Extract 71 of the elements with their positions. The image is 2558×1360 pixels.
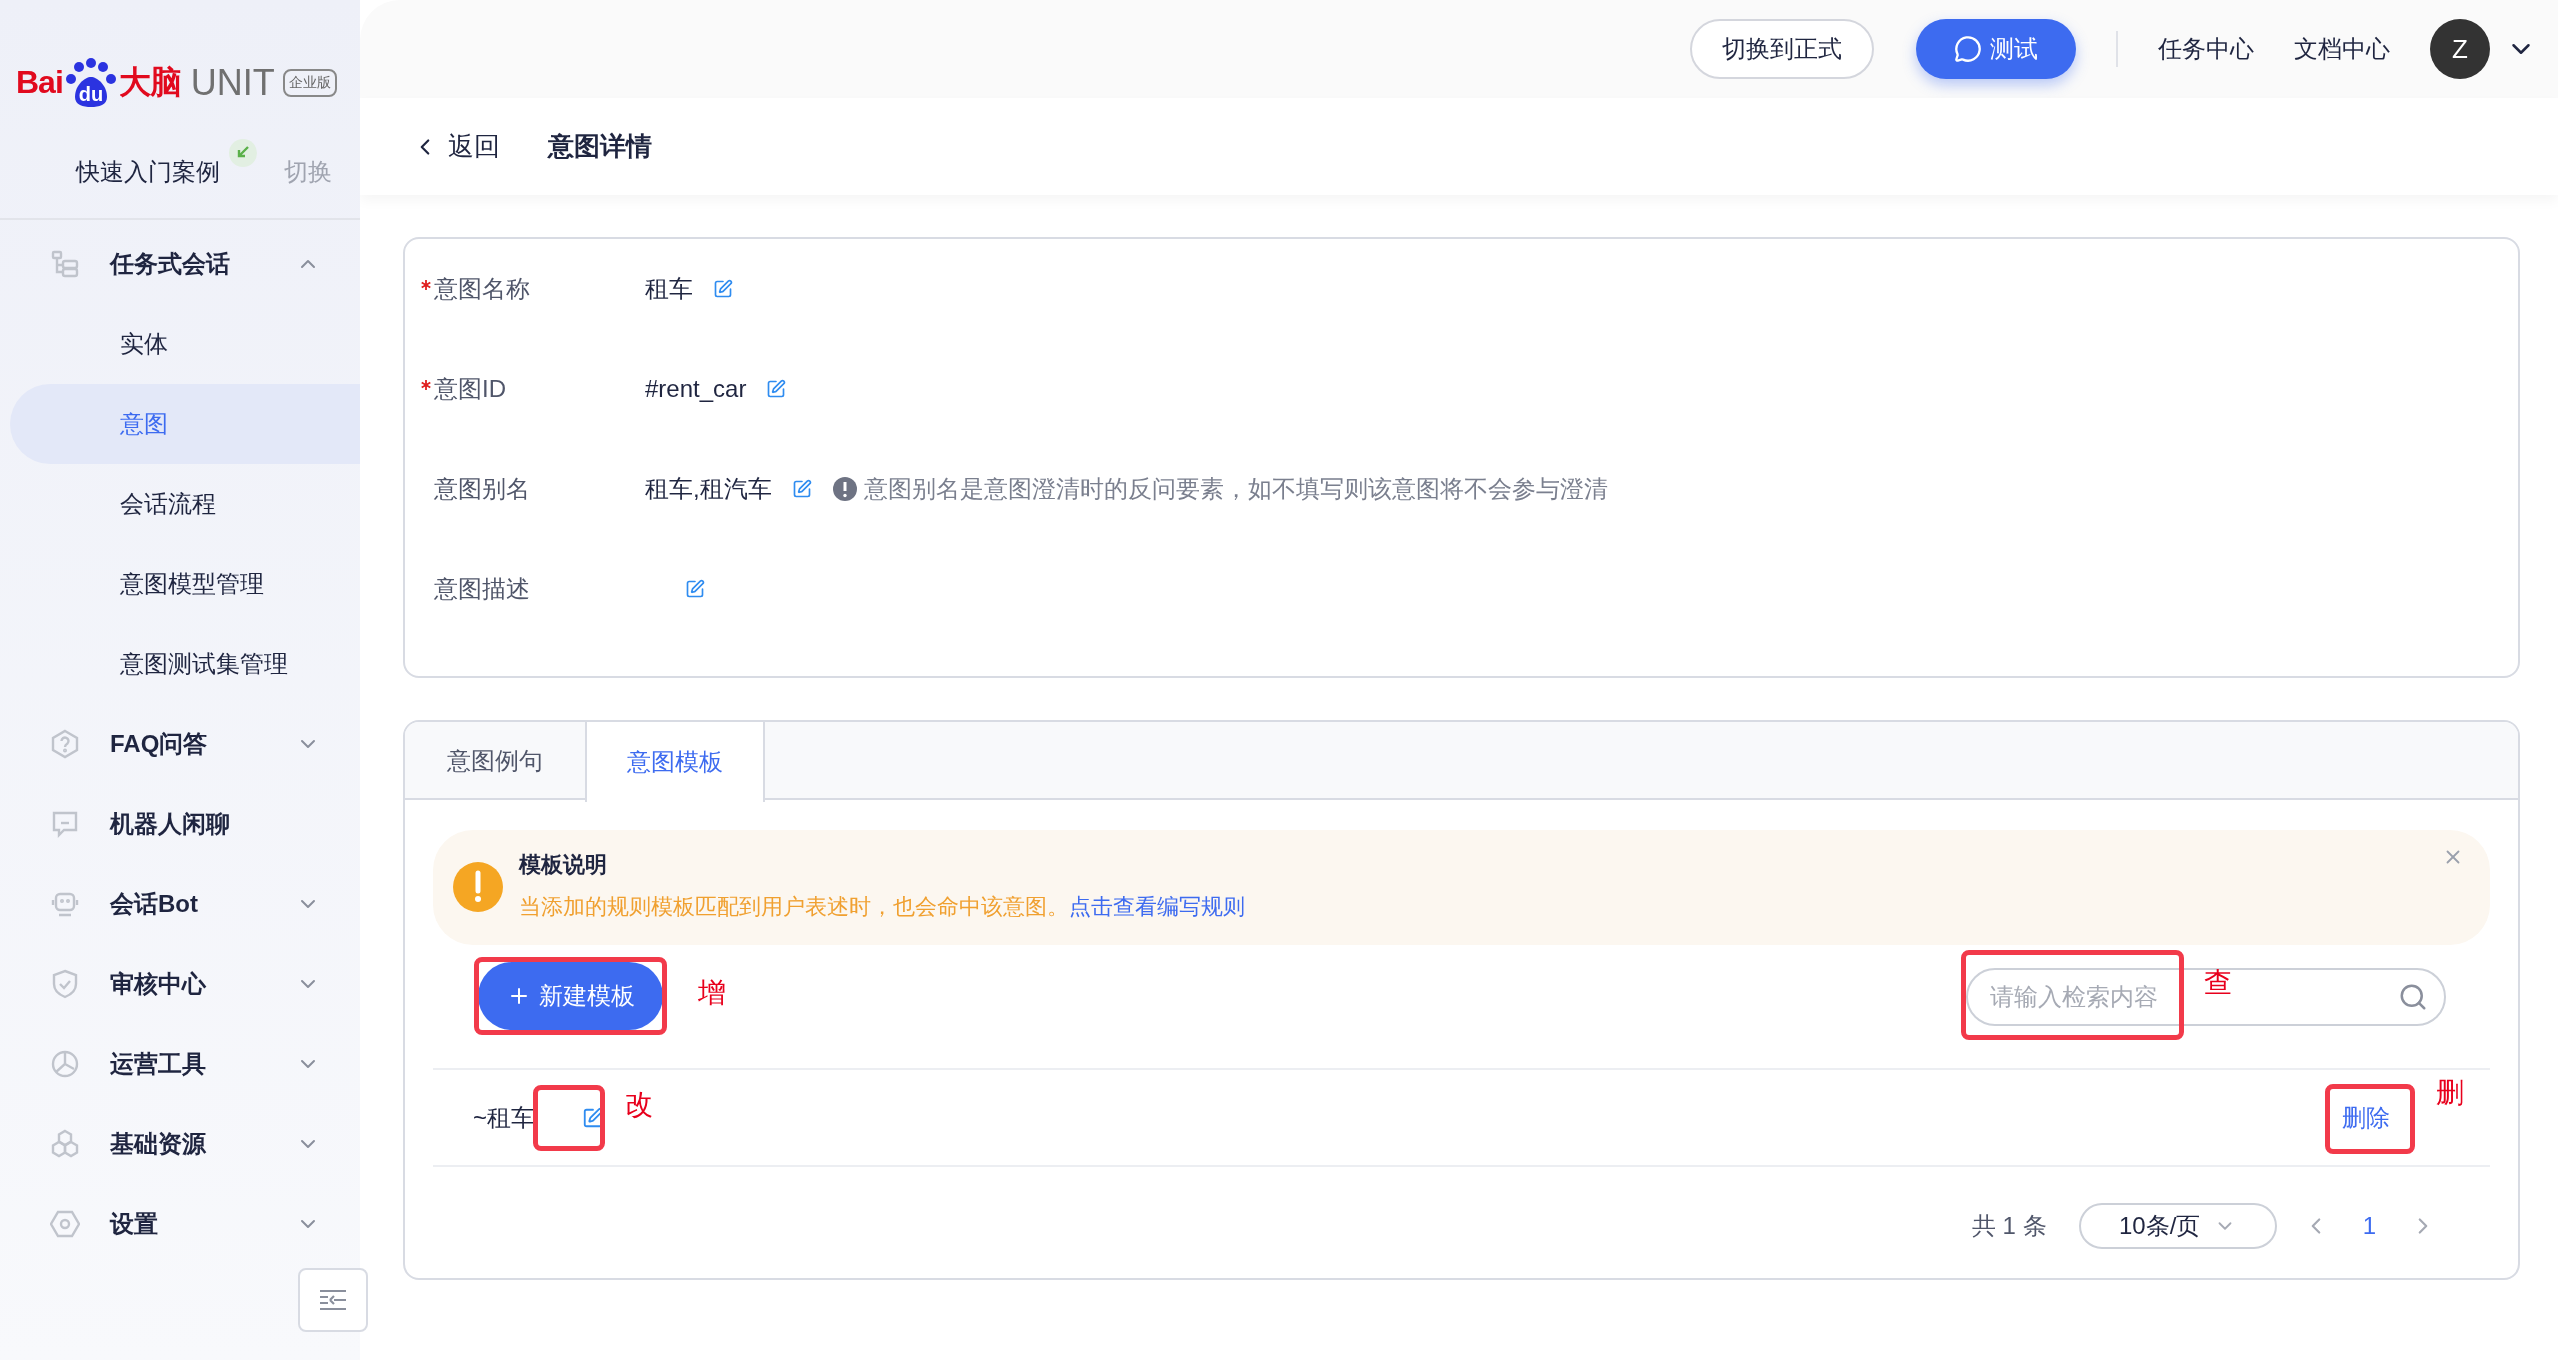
menu-item[interactable]: 会话Bot (0, 864, 360, 944)
submenu-item[interactable]: 意图模型管理 (10, 544, 360, 624)
field-label: 意图ID (434, 374, 506, 404)
collapse-button[interactable] (298, 1268, 368, 1332)
logo-text: Bai (16, 64, 63, 101)
settings-icon (50, 1209, 80, 1239)
edit-icon (685, 579, 705, 599)
edit-icon (766, 379, 787, 399)
annotation-label: 删 (2436, 1075, 2464, 1110)
avatar[interactable]: Z (2430, 19, 2490, 79)
test-button[interactable]: 测试 (1916, 19, 2076, 79)
annotation-box (533, 1084, 605, 1151)
submenu-item[interactable]: 会话流程 (10, 464, 360, 544)
back-link[interactable]: 返回 (412, 129, 500, 164)
search-icon[interactable] (2398, 982, 2428, 1012)
menu-item[interactable]: 运营工具 (0, 1024, 360, 1104)
logo-text: 大脑 (118, 62, 181, 102)
product-name: UNIT (190, 61, 275, 104)
page-number[interactable]: 1 (2354, 1212, 2384, 1240)
chat-icon (50, 809, 80, 839)
pie-icon (50, 1049, 80, 1079)
page-title: 意图详情 (548, 130, 652, 163)
shield-icon (50, 969, 80, 999)
submenu-item[interactable]: 实体 (10, 304, 360, 384)
tab[interactable]: 意图模板 (585, 722, 765, 802)
field-label: 意图描述 (434, 574, 530, 604)
switch-button[interactable]: 切换到正式 (1690, 19, 1874, 79)
new-template-button[interactable]: 新建模板 (478, 962, 663, 1030)
edit-button[interactable] (713, 279, 733, 299)
delete-link[interactable]: 删除 (2330, 1085, 2402, 1150)
help-icon (50, 729, 80, 759)
project-name: 快速入门案例 (76, 157, 220, 187)
menu-item[interactable]: 审核中心 (0, 944, 360, 1024)
hint-text: 意图别名是意图澄清时的反问要素，如不填写则该意图将不会参与澄清 (863, 474, 1608, 504)
tree-icon (50, 249, 80, 279)
annotation-label: 查 (2204, 966, 2232, 1000)
edition-badge: 企业版 (282, 68, 337, 97)
edit-button[interactable] (791, 479, 812, 499)
field-value: 租车 (645, 274, 693, 304)
field-label: 意图名称 (434, 274, 530, 304)
menu-item[interactable]: 基础资源 (0, 1104, 360, 1184)
hexagons-icon (50, 1129, 80, 1159)
menu-item[interactable]: 设置 (0, 1184, 360, 1264)
tab[interactable]: 意图例句 (405, 722, 585, 800)
collapse-icon (318, 1288, 348, 1312)
notice-text: 当添加的规则模板匹配到用户表述时，也会命中该意图。点击查看编写规则 (519, 893, 1245, 921)
info-icon (831, 476, 858, 502)
edit-icon (791, 479, 812, 499)
template-text: ~租车 (473, 1102, 535, 1133)
edit-button[interactable] (685, 579, 705, 599)
menu-item[interactable]: 机器人闲聊 (0, 784, 360, 864)
notice-title: 模板说明 (519, 851, 608, 879)
annotation-label: 增 (698, 976, 726, 1010)
submenu-item[interactable]: 意图 (10, 384, 360, 464)
nav-link[interactable]: 任务中心 (2158, 33, 2254, 65)
field-value: #rent_car (645, 375, 747, 403)
page-size-select[interactable]: 10条/页 (2078, 1203, 2277, 1249)
paw-logo: du (64, 56, 117, 109)
edit-icon (713, 279, 733, 299)
menu-item[interactable]: 任务式会话 (0, 224, 360, 304)
chat-icon (1954, 35, 1982, 63)
annotation-label: 改 (625, 1087, 653, 1122)
total-count: 共 1 条 (1971, 1211, 2047, 1241)
field-label: 意图别名 (434, 474, 530, 504)
nav-link[interactable]: 文档中心 (2294, 33, 2390, 65)
submenu-item[interactable]: 意图测试集管理 (10, 624, 360, 704)
warning-icon (453, 862, 503, 912)
menu-item[interactable]: FAQ问答 (0, 704, 360, 784)
field-value: 租车,租汽车 (645, 474, 772, 504)
edit-button[interactable] (766, 379, 787, 399)
rules-link[interactable]: 点击查看编写规则 (1069, 894, 1245, 919)
